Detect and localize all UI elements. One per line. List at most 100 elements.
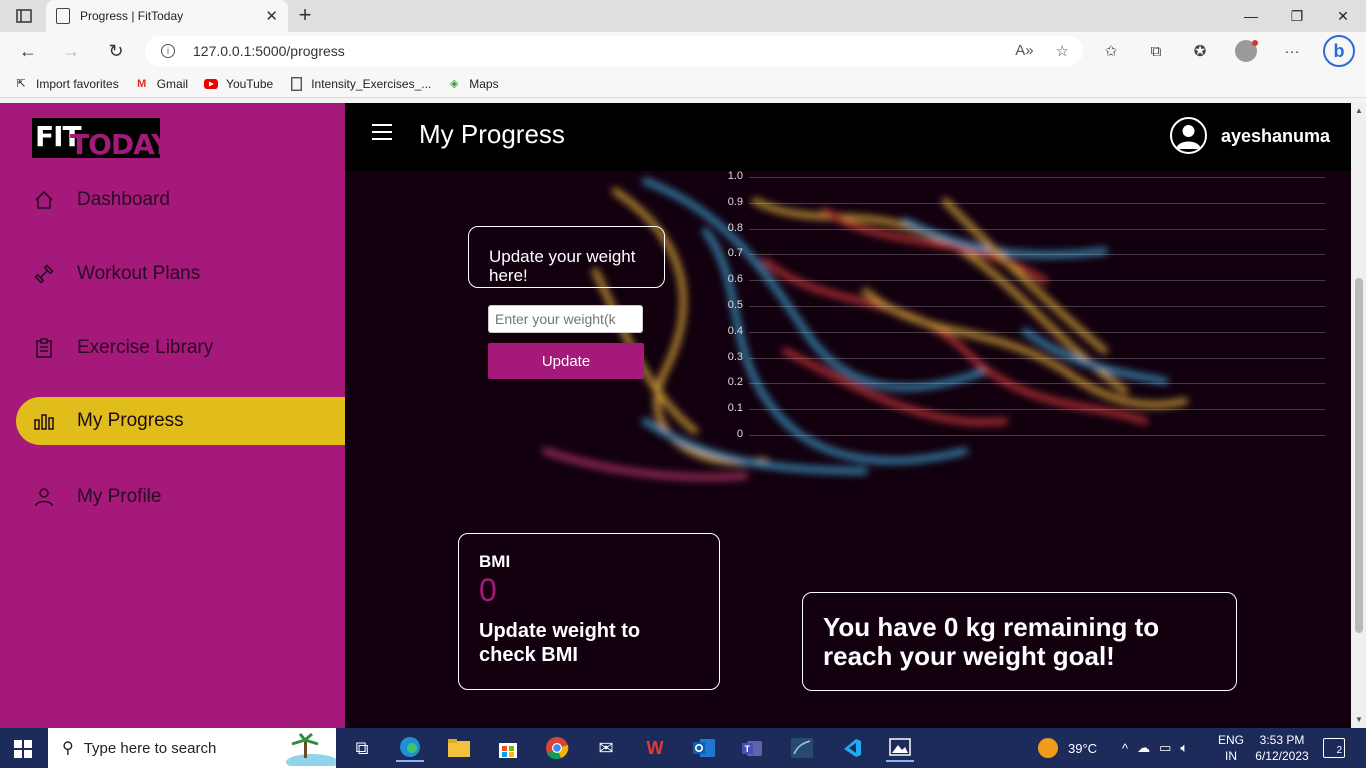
notifications-icon[interactable]: 2 (1323, 738, 1345, 758)
clock[interactable]: 3:53 PM 6/12/2023 (1250, 732, 1314, 764)
minimize-button[interactable]: — (1228, 0, 1274, 32)
gridline (749, 306, 1325, 307)
task-view-icon[interactable]: ⧉ (348, 734, 376, 762)
scroll-down-icon[interactable]: ▼ (1355, 715, 1363, 724)
y-tick-label: 0.8 (727, 221, 743, 234)
store-icon[interactable] (494, 734, 522, 762)
show-hidden-icon[interactable]: ^ (1122, 741, 1128, 756)
favorites-bar: ⇱ Import favorites M Gmail YouTube Inten… (0, 70, 1366, 98)
bar-chart-icon (32, 409, 56, 433)
bmi-label: BMI (479, 552, 511, 571)
chrome-icon[interactable] (543, 734, 571, 762)
scroll-thumb[interactable] (1355, 278, 1363, 633)
weight-input[interactable] (488, 305, 643, 333)
new-tab-button[interactable]: + (294, 4, 316, 26)
bmi-value: 0 (479, 572, 497, 608)
y-tick-label: 0.3 (727, 350, 743, 363)
favorites-icon[interactable]: ✩ (1101, 41, 1121, 61)
url-text: 127.0.0.1:5000/progress (193, 43, 345, 59)
sidebar-item-label: My Progress (77, 410, 184, 431)
fav-maps[interactable]: ◈ Maps (447, 76, 499, 91)
edge-icon[interactable] (396, 734, 424, 762)
avatar[interactable] (1170, 117, 1207, 154)
page-title: My Progress (419, 119, 565, 149)
y-tick-label: 0.1 (727, 402, 743, 415)
info-icon[interactable]: i (161, 44, 175, 58)
svg-text:T: T (745, 744, 751, 754)
read-aloud-icon[interactable]: A» (1015, 42, 1033, 60)
file-explorer-icon[interactable] (445, 734, 473, 762)
fav-label: YouTube (226, 76, 274, 91)
search-highlight-icon (286, 732, 336, 766)
maps-icon: ◈ (450, 78, 459, 90)
restore-button[interactable]: ❐ (1274, 0, 1320, 32)
y-tick-label: 0.7 (727, 247, 743, 260)
address-bar[interactable]: i 127.0.0.1:5000/progress A» ☆ (145, 36, 1083, 66)
sidebar-item-exercise-library[interactable]: Exercise Library (16, 324, 345, 372)
sun-icon (1038, 738, 1058, 758)
update-weight-heading: Update your weight here! (468, 226, 665, 288)
weather-widget[interactable]: 39°C (1038, 728, 1097, 768)
notification-count: 2 (1336, 745, 1342, 756)
network-icon[interactable]: ▭ (1159, 740, 1171, 756)
close-window-button[interactable]: ✕ (1320, 0, 1366, 32)
outlook-icon[interactable] (690, 734, 718, 762)
sidebar-item-label: Workout Plans (77, 263, 201, 284)
gridline (749, 177, 1325, 178)
fav-label: Maps (469, 76, 499, 91)
progress-content: 1.0 0.9 0.8 0.7 0.6 0.5 0.4 0.3 0.2 0.1 0 Update y… (345, 171, 1351, 728)
weight-goal-message: You have 0 kg remaining to reach your we… (823, 612, 1160, 671)
home-icon (32, 188, 56, 212)
more-icon[interactable]: ··· (1282, 41, 1302, 61)
vscode-icon[interactable] (837, 734, 865, 762)
forward-button[interactable]: → (58, 39, 84, 63)
fav-intensity-exercises[interactable]: Intensity_Exercises_... (289, 77, 431, 91)
sidebar-item-label: My Profile (77, 486, 162, 507)
menu-icon[interactable] (372, 124, 392, 140)
sidebar-item-dashboard[interactable]: Dashboard (16, 176, 345, 224)
system-tray: ^ ☁ ▭ 🔈︎ (1122, 728, 1188, 768)
star-icon[interactable]: ☆ (1056, 42, 1069, 60)
import-icon: ⇱ (16, 78, 26, 90)
extensions-icon[interactable]: ✪ (1190, 41, 1210, 61)
gridline (749, 435, 1325, 436)
username[interactable]: ayeshanuma (1221, 126, 1330, 147)
logo[interactable]: FIT TODAY (32, 118, 171, 161)
lang-code: ENG (1217, 733, 1244, 747)
back-button[interactable]: ← (15, 39, 41, 63)
sidebar-item-my-progress[interactable]: My Progress (16, 397, 345, 445)
wps-icon[interactable]: W (641, 734, 669, 762)
bing-icon[interactable]: b (1323, 35, 1355, 67)
sidebar-item-workout-plans[interactable]: Workout Plans (16, 250, 345, 298)
tab-actions-icon[interactable] (10, 6, 38, 26)
scrollbar[interactable]: ▲ ▼ (1351, 103, 1366, 728)
weight-goal-card: You have 0 kg remaining to reach your we… (802, 592, 1237, 691)
volume-icon[interactable]: 🔈︎ (1180, 740, 1188, 756)
close-tab-icon[interactable]: ✕ (265, 7, 278, 25)
refresh-button[interactable]: ↻ (103, 39, 129, 63)
fav-youtube[interactable]: YouTube (204, 77, 273, 91)
update-button[interactable]: Update (488, 343, 644, 379)
mail-icon[interactable]: ✉ (592, 734, 620, 762)
search-placeholder: Type here to search (83, 739, 217, 757)
user-icon (32, 485, 56, 509)
youtube-icon (204, 77, 219, 91)
scroll-up-icon[interactable]: ▲ (1355, 106, 1363, 115)
clock-date: 6/12/2023 (1255, 749, 1309, 763)
fav-gmail[interactable]: M Gmail (135, 77, 188, 91)
collections-icon[interactable]: ⧉ (1146, 41, 1166, 61)
sidebar-item-my-profile[interactable]: My Profile (16, 473, 345, 521)
weather-temp: 39°C (1068, 740, 1098, 756)
browser-tab[interactable]: Progress | FitToday ✕ (46, 0, 288, 32)
taskbar-search[interactable]: ⚲ Type here to search (48, 728, 336, 768)
onedrive-icon[interactable]: ☁ (1137, 740, 1150, 756)
teams-icon[interactable]: T (739, 734, 767, 762)
language-indicator[interactable]: ENG IN (1216, 732, 1246, 764)
top-bar: My Progress ayeshanuma (345, 103, 1351, 171)
windows-start-icon[interactable] (14, 740, 32, 758)
y-tick-label: 0.4 (727, 324, 743, 337)
photos-icon[interactable] (886, 734, 914, 762)
mysql-workbench-icon[interactable] (788, 734, 816, 762)
y-tick-label: 0.9 (727, 195, 743, 208)
fav-import-favorites[interactable]: ⇱ Import favorites (14, 77, 118, 91)
